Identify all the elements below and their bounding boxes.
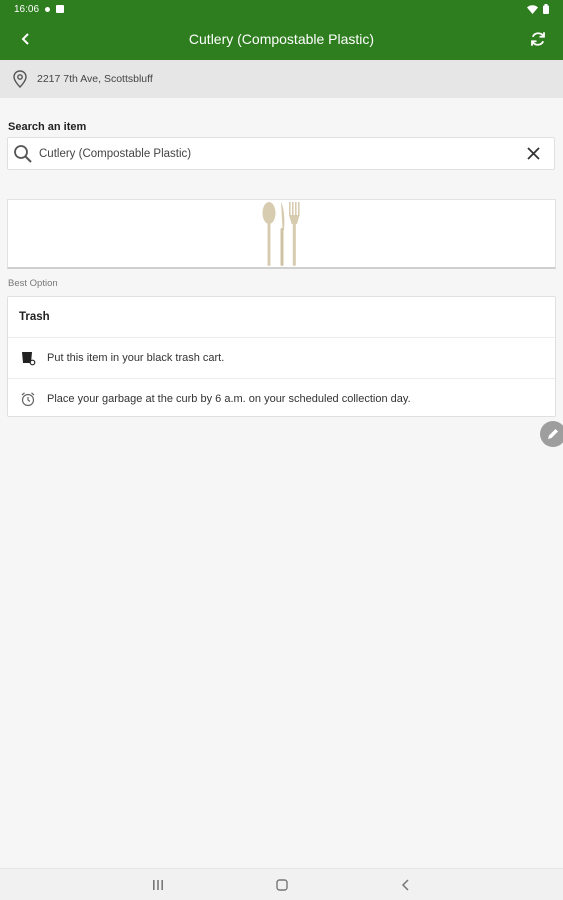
best-option-label: Best Option — [8, 278, 58, 289]
instruction-text: Put this item in your black trash cart. — [47, 352, 225, 364]
close-icon — [526, 147, 540, 160]
home-button[interactable] — [268, 873, 296, 897]
schedule-row: Place your garbage at the curb by 6 a.m.… — [8, 378, 555, 418]
chevron-left-icon — [21, 33, 29, 45]
clear-search-button[interactable] — [518, 139, 548, 169]
search-bar — [7, 137, 555, 170]
edit-button[interactable] — [540, 421, 563, 447]
location-pin-icon — [13, 70, 27, 88]
schedule-text: Place your garbage at the curb by 6 a.m.… — [47, 392, 411, 405]
battery-icon — [543, 4, 549, 14]
status-time: 16:06 — [14, 3, 40, 15]
instruction-row: Put this item in your black trash cart. — [8, 338, 555, 378]
pencil-icon — [548, 429, 558, 439]
trash-cart-icon — [19, 349, 37, 367]
item-image-panel — [7, 199, 556, 269]
home-icon — [276, 879, 288, 891]
recent-apps-button[interactable] — [144, 873, 172, 897]
status-bar: 16:06 — [0, 0, 563, 18]
wifi-icon — [527, 4, 538, 14]
address-text: 2217 7th Ave, Scottsbluff — [37, 73, 153, 85]
app-bar: Cutlery (Compostable Plastic) — [0, 18, 563, 60]
cutlery-image — [262, 201, 300, 266]
app-notification-icon — [56, 5, 65, 13]
disposal-card: Trash Put this item in your black trash … — [7, 296, 556, 417]
chevron-left-icon — [401, 879, 409, 891]
refresh-button[interactable] — [525, 26, 551, 52]
recents-icon — [153, 880, 163, 890]
notification-icon — [45, 6, 51, 12]
page-title: Cutlery (Compostable Plastic) — [188, 31, 375, 47]
search-label: Search an item — [8, 121, 87, 133]
alarm-clock-icon — [19, 390, 37, 408]
disposal-method-title: Trash — [8, 297, 555, 338]
system-nav-bar — [0, 868, 563, 900]
address-bar[interactable]: 2217 7th Ave, Scottsbluff — [0, 60, 563, 98]
search-icon — [14, 144, 32, 163]
refresh-icon — [531, 32, 545, 46]
back-button[interactable] — [14, 27, 38, 51]
system-back-button[interactable] — [392, 873, 420, 897]
search-input[interactable] — [37, 138, 518, 169]
